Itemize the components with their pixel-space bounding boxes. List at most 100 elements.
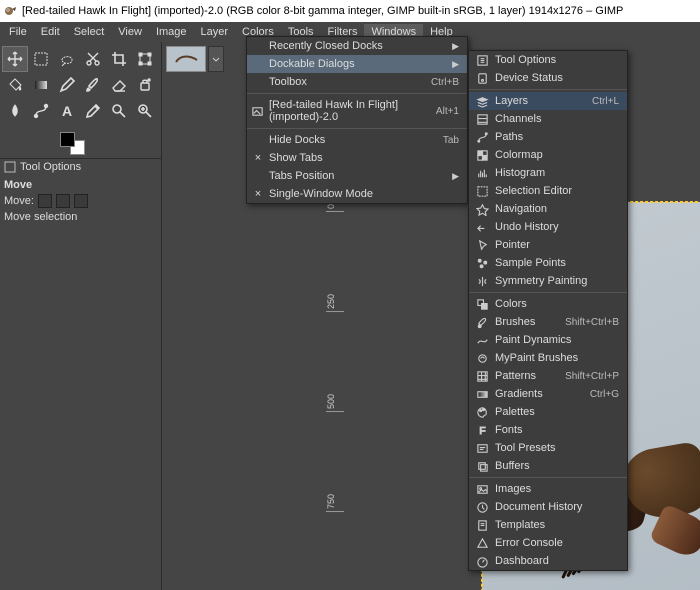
menu-item-mypaint-brushes[interactable]: MyPaint Brushes — [469, 349, 627, 367]
move-mode-path[interactable] — [74, 194, 88, 208]
brush-tool[interactable] — [80, 72, 106, 98]
menu-item-templates[interactable]: Templates — [469, 516, 627, 534]
bucket-tool[interactable] — [2, 72, 28, 98]
path-tool[interactable] — [28, 98, 54, 124]
pointer-icon — [475, 238, 489, 252]
menu-item-label: Selection Editor — [495, 185, 572, 197]
menu-item-dashboard[interactable]: Dashboard — [469, 552, 627, 570]
submenu-arrow-icon: ▶ — [432, 171, 459, 182]
clone-tool[interactable] — [132, 72, 158, 98]
move-tool[interactable] — [2, 46, 28, 72]
free-select-tool[interactable] — [54, 46, 80, 72]
menu-item-recently-closed-docks[interactable]: Recently Closed Docks▶ — [247, 37, 467, 55]
shortcut: Shift+Ctrl+P — [545, 371, 619, 382]
menu-item-label: Fonts — [495, 424, 523, 436]
menu-item-pointer[interactable]: Pointer — [469, 236, 627, 254]
brushes-icon — [475, 315, 489, 329]
menu-item-red-tailed-hawk-in-flight-imported-2-0[interactable]: [Red-tailed Hawk In Flight] (imported)-2… — [247, 96, 467, 126]
menu-item-colors[interactable]: Colors — [469, 295, 627, 313]
menu-item-layers[interactable]: LayersCtrl+L — [469, 92, 627, 110]
crop-tool[interactable] — [106, 46, 132, 72]
dashboard-icon — [475, 554, 489, 568]
scissors-tool[interactable] — [80, 46, 106, 72]
menu-item-document-history[interactable]: Document History — [469, 498, 627, 516]
menu-item-device-status[interactable]: Device Status — [469, 69, 627, 87]
eraser-tool[interactable] — [106, 72, 132, 98]
menu-item-brushes[interactable]: BrushesShift+Ctrl+B — [469, 313, 627, 331]
buffers-icon — [475, 459, 489, 473]
measure-tool[interactable] — [106, 98, 132, 124]
menu-item-hide-docks[interactable]: Hide DocksTab — [247, 131, 467, 149]
image-thumbnail[interactable] — [166, 46, 206, 72]
window-titlebar: [Red-tailed Hawk In Flight] (imported)-2… — [0, 0, 700, 22]
menu-item-tabs-position[interactable]: Tabs Position▶ — [247, 167, 467, 185]
move-mode-layer[interactable] — [38, 194, 52, 208]
history-icon — [475, 500, 489, 514]
gradients-icon — [475, 387, 489, 401]
menu-item-selection-editor[interactable]: Selection Editor — [469, 182, 627, 200]
menu-item-sample-points[interactable]: Sample Points — [469, 254, 627, 272]
layers-icon — [475, 94, 489, 108]
menu-item-channels[interactable]: Channels — [469, 110, 627, 128]
error-icon — [475, 536, 489, 550]
menu-item-undo-history[interactable]: Undo History — [469, 218, 627, 236]
text-tool[interactable]: A — [54, 98, 80, 124]
separator — [469, 89, 627, 90]
menu-item-fonts[interactable]: F Fonts — [469, 421, 627, 439]
checkmark: × — [251, 152, 265, 164]
pencil-tool[interactable] — [54, 72, 80, 98]
menu-item-symmetry-painting[interactable]: Symmetry Painting — [469, 272, 627, 290]
menu-item-single-window-mode[interactable]: ×Single-Window Mode — [247, 185, 467, 203]
thumbnail-menu[interactable] — [208, 46, 224, 72]
menu-item-palettes[interactable]: Palettes — [469, 403, 627, 421]
menu-item-error-console[interactable]: Error Console — [469, 534, 627, 552]
menu-item-label: Show Tabs — [269, 152, 323, 164]
menu-item-dockable-dialogs[interactable]: Dockable Dialogs▶ — [247, 55, 467, 73]
menu-item-label: Paint Dynamics — [495, 334, 571, 346]
menu-item-label: Symmetry Painting — [495, 275, 587, 287]
gradient-tool[interactable] — [28, 72, 54, 98]
transform-tool[interactable] — [132, 46, 158, 72]
menu-item-label: Tool Options — [495, 54, 556, 66]
menu-item-show-tabs[interactable]: × Show Tabs — [247, 149, 467, 167]
menu-item-tool-options[interactable]: Tool Options — [469, 51, 627, 69]
menu-item-paths[interactable]: Paths — [469, 128, 627, 146]
fonts-icon: F — [475, 423, 489, 437]
ruler-tick: 250 — [326, 294, 344, 312]
menu-item-label: Single-Window Mode — [269, 188, 373, 200]
menu-edit[interactable]: Edit — [34, 24, 67, 40]
separator — [469, 477, 627, 478]
menu-image[interactable]: Image — [149, 24, 194, 40]
rect-select-tool[interactable] — [28, 46, 54, 72]
color-picker-tool[interactable] — [80, 98, 106, 124]
menu-item-toolbox[interactable]: ToolboxCtrl+B — [247, 73, 467, 91]
shortcut: Alt+1 — [416, 106, 459, 117]
separator — [247, 93, 467, 94]
menu-file[interactable]: File — [2, 24, 34, 40]
menu-item-label: Navigation — [495, 203, 547, 215]
menu-item-label: Templates — [495, 519, 545, 531]
move-label: Move: — [4, 195, 34, 207]
menu-item-label: Colormap — [495, 149, 543, 161]
menu-item-histogram[interactable]: Histogram — [469, 164, 627, 182]
move-mode-selection[interactable] — [56, 194, 70, 208]
menu-item-images[interactable]: Images — [469, 480, 627, 498]
menu-item-buffers[interactable]: Buffers — [469, 457, 627, 475]
menu-item-label: Gradients — [495, 388, 543, 400]
menu-select[interactable]: Select — [67, 24, 112, 40]
menu-item-patterns[interactable]: PatternsShift+Ctrl+P — [469, 367, 627, 385]
menu-item-colormap[interactable]: Colormap — [469, 146, 627, 164]
menu-item-paint-dynamics[interactable]: Paint Dynamics — [469, 331, 627, 349]
menu-item-label: Dockable Dialogs — [269, 58, 355, 70]
menu-item-label: Device Status — [495, 72, 563, 84]
zoom-tool[interactable] — [132, 98, 158, 124]
menu-item-navigation[interactable]: Navigation — [469, 200, 627, 218]
menu-item-tool-presets[interactable]: Tool Presets — [469, 439, 627, 457]
menu-item-label: Layers — [495, 95, 528, 107]
foreground-color[interactable] — [60, 132, 75, 147]
smudge-tool[interactable] — [2, 98, 28, 124]
menu-view[interactable]: View — [111, 24, 149, 40]
menu-item-gradients[interactable]: GradientsCtrl+G — [469, 385, 627, 403]
menu-layer[interactable]: Layer — [194, 24, 236, 40]
paths-icon — [475, 130, 489, 144]
